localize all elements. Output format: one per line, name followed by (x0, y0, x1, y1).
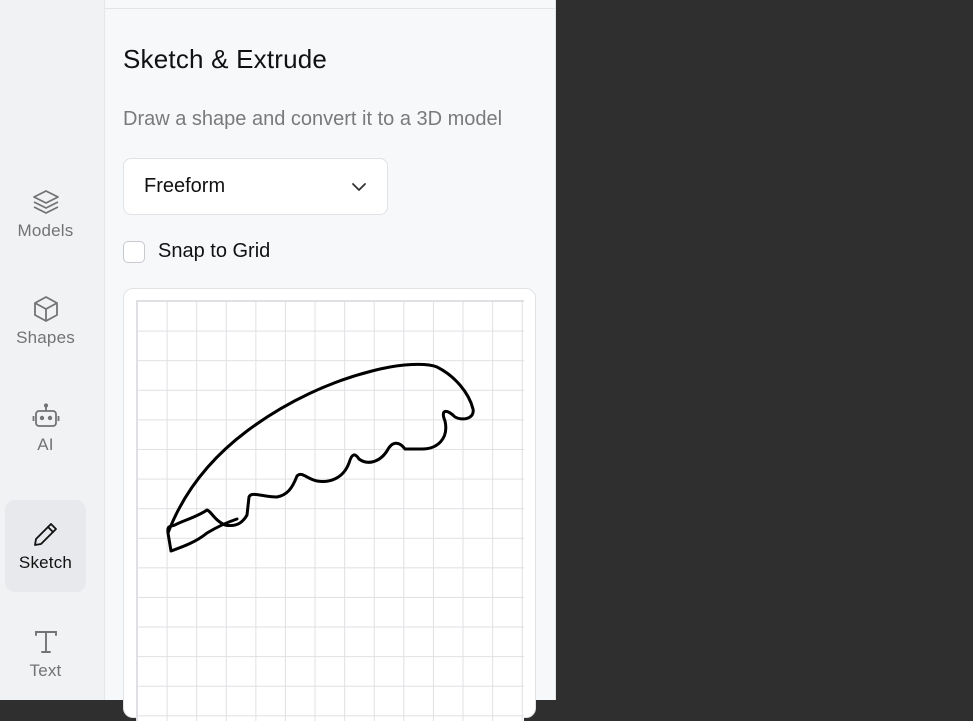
sketch-drawing (166, 362, 475, 553)
snap-to-grid-label: Snap to Grid (158, 240, 271, 262)
text-t-icon (34, 631, 57, 653)
chevron-down-icon (352, 182, 366, 191)
sketch-canvas-card (123, 288, 536, 721)
sidebar-item-ai[interactable]: AI (5, 382, 86, 474)
sketch-canvas[interactable] (136, 300, 524, 721)
sidebar-item-sketch[interactable]: Sketch (5, 500, 86, 592)
sketch-panel: Sketch & Extrude Draw a shape and conver… (105, 0, 556, 721)
sidebar-item-text[interactable]: Text (5, 608, 86, 700)
robot-icon (32, 403, 59, 427)
sidebar-item-models[interactable]: Models (5, 168, 86, 260)
sidebar: Models Shapes AI Sketch Text (0, 0, 105, 700)
pencil-icon (33, 523, 57, 546)
sidebar-item-label: Shapes (16, 328, 75, 347)
3d-viewport[interactable] (556, 0, 973, 700)
snap-to-grid-row[interactable]: Snap to Grid (123, 240, 270, 263)
layers-icon (32, 190, 59, 214)
sidebar-item-label: Models (17, 221, 74, 240)
cube-icon (33, 296, 58, 322)
sidebar-item-shapes[interactable]: Shapes (5, 275, 86, 367)
mode-select-value: Freeform (144, 175, 226, 197)
sidebar-item-label: AI (37, 435, 54, 454)
divider (105, 8, 555, 9)
sidebar-item-label: Sketch (18, 553, 73, 572)
freehand-stroke (166, 362, 475, 553)
sidebar-item-label: Text (29, 661, 62, 680)
panel-title: Sketch & Extrude (123, 44, 328, 74)
panel-subtitle: Draw a shape and convert it to a 3D mode… (123, 108, 503, 130)
snap-to-grid-checkbox[interactable] (123, 240, 145, 263)
mode-select[interactable]: Freeform (123, 158, 388, 215)
